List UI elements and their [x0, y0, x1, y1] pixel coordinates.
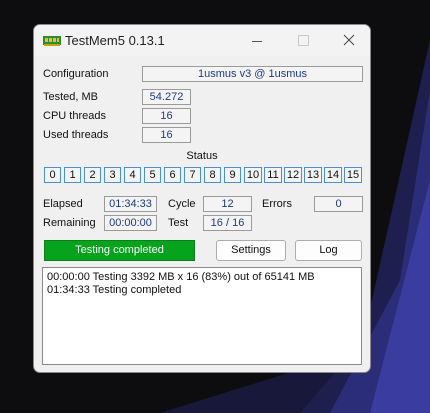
errors-value: 0 [314, 196, 363, 212]
close-icon [343, 34, 355, 46]
cpu-threads-value: 16 [142, 108, 191, 124]
elapsed-label: Elapsed [43, 198, 83, 210]
thread-status-cell: 14 [324, 167, 342, 183]
minimize-button[interactable] [234, 25, 280, 56]
thread-status-cell: 3 [104, 167, 121, 183]
maximize-icon [298, 35, 309, 46]
thread-status-cell: 1 [64, 167, 81, 183]
thread-status-cell: 2 [84, 167, 101, 183]
log-line: 00:00:00 Testing 3392 MB x 16 (83%) out … [47, 271, 315, 283]
thread-status-cell: 8 [204, 167, 221, 183]
thread-status-cell: 0 [44, 167, 61, 183]
thread-status-cell: 7 [184, 167, 201, 183]
thread-status-cell: 6 [164, 167, 181, 183]
tested-mb-value: 54.272 [142, 89, 191, 105]
maximize-button[interactable] [280, 25, 326, 56]
remaining-label: Remaining [43, 217, 96, 229]
test-label: Test [168, 217, 189, 229]
configuration-field[interactable]: 1usmus v3 @ 1usmus [142, 66, 363, 82]
tested-mb-label: Tested, MB [43, 91, 99, 103]
test-value: 16 / 16 [203, 215, 252, 231]
thread-status-cell: 4 [124, 167, 141, 183]
thread-status-cell: 11 [264, 167, 282, 183]
testing-progress-bar: Testing completed [44, 240, 195, 261]
window-title: TestMem5 0.13.1 [65, 33, 165, 48]
title-bar[interactable]: TestMem5 0.13.1 [34, 25, 370, 56]
close-button[interactable] [326, 25, 370, 56]
testmem5-window: TestMem5 0.13.1 Configuration 1usmus v3 … [33, 24, 371, 373]
status-heading: Status [186, 150, 218, 162]
used-threads-value: 16 [142, 127, 191, 143]
thread-status-cell: 5 [144, 167, 161, 183]
used-threads-label: Used threads [43, 129, 109, 141]
thread-status-cell: 13 [304, 167, 322, 183]
remaining-value: 00:00:00 [104, 215, 157, 231]
log-line: 01:34:33 Testing completed [47, 284, 182, 296]
thread-status-cell: 10 [244, 167, 262, 183]
thread-status-cell: 12 [284, 167, 302, 183]
errors-label: Errors [262, 198, 292, 210]
thread-status-cell: 15 [344, 167, 362, 183]
settings-button[interactable]: Settings [216, 240, 286, 261]
minimize-icon [252, 41, 262, 42]
memory-module-icon [43, 36, 61, 46]
log-panel[interactable]: 00:00:00 Testing 3392 MB x 16 (83%) out … [42, 267, 362, 365]
thread-status-cell: 9 [224, 167, 241, 183]
cpu-threads-label: CPU threads [43, 110, 106, 122]
log-button[interactable]: Log [295, 240, 362, 261]
elapsed-value: 01:34:33 [104, 196, 157, 212]
cycle-value: 12 [203, 196, 252, 212]
cycle-label: Cycle [168, 198, 196, 210]
configuration-label: Configuration [43, 68, 109, 80]
